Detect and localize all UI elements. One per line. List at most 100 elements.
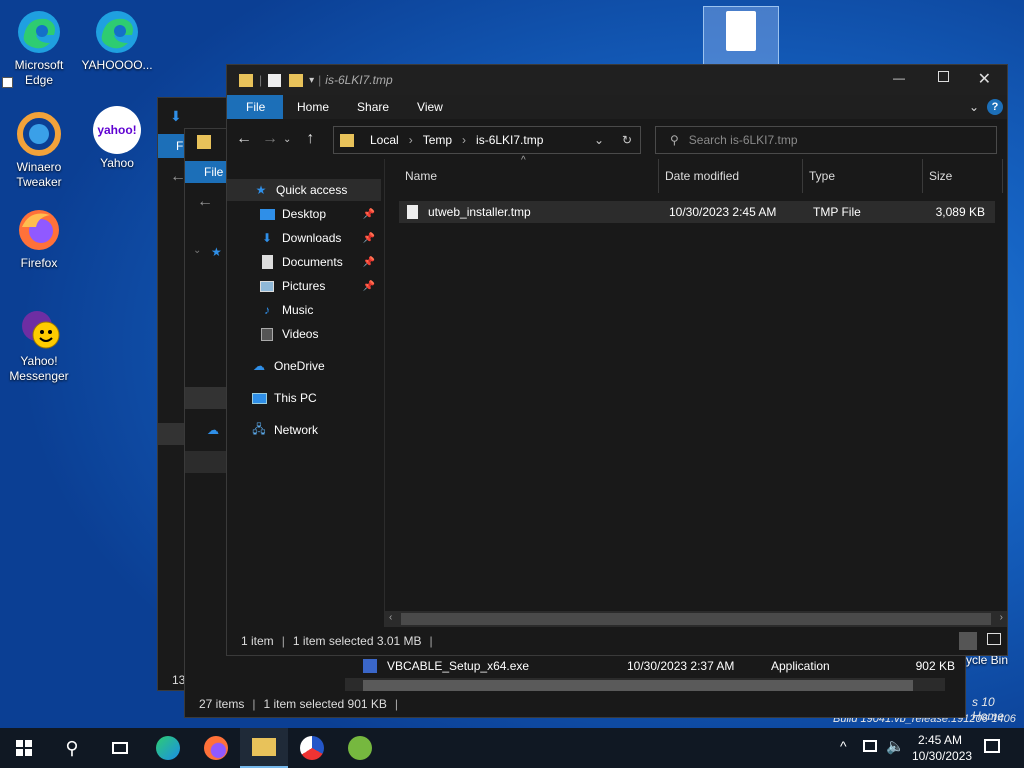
up-button[interactable]: ↑ <box>297 130 323 148</box>
edge-icon <box>15 8 63 56</box>
task-view-button[interactable] <box>96 728 144 768</box>
folder-icon <box>252 738 276 756</box>
address-box[interactable]: Local › Temp › is-6LKI7.tmp ⌄ ↻ <box>333 126 641 154</box>
minimize-button[interactable]: — <box>893 71 905 85</box>
help-icon[interactable]: ? <box>987 99 1003 115</box>
column-header-date[interactable]: Date modified <box>659 159 803 193</box>
volume-icon[interactable]: 🔈 <box>886 737 905 755</box>
nav-quick-access[interactable]: ★ Quick access <box>227 179 381 201</box>
installer-icon <box>363 659 377 673</box>
nav-onedrive[interactable]: ☁ OneDrive <box>251 355 381 377</box>
desktop-icon-firefox[interactable]: Firefox <box>2 206 76 271</box>
new-folder-icon[interactable] <box>289 73 304 87</box>
network-tray-icon[interactable] <box>863 740 877 752</box>
file-icon <box>407 205 418 219</box>
ribbon-expand-icon[interactable]: ⌄ <box>969 100 979 114</box>
tab-file[interactable]: File <box>227 95 283 119</box>
properties-icon[interactable] <box>268 73 282 87</box>
taskbar-utorrent[interactable] <box>336 728 384 768</box>
nav-downloads[interactable]: ⬇ Downloads 📌 <box>259 227 381 249</box>
taskbar-app[interactable] <box>288 728 336 768</box>
this-pc-row <box>185 451 227 473</box>
title-bar[interactable]: | ▾ | is-6LKI7.tmp — ✕ <box>227 65 1007 95</box>
column-header-type[interactable]: Type <box>803 159 923 193</box>
pin-icon[interactable]: 📌 <box>363 257 375 268</box>
address-dropdown-icon[interactable]: ⌄ <box>594 133 604 147</box>
breadcrumb-temp[interactable]: Temp <box>423 133 452 147</box>
explorer-window[interactable]: | ▾ | is-6LKI7.tmp — ✕ File Home Share V… <box>226 64 1008 656</box>
breadcrumb-folder[interactable]: is-6LKI7.tmp <box>476 133 543 147</box>
large-icons-view-button[interactable] <box>987 633 1001 645</box>
file-row[interactable]: VBCABLE_Setup_x64.exe 10/30/2023 2:37 AM… <box>357 656 965 676</box>
clock-time: 2:45 AM <box>917 733 963 747</box>
search-placeholder: Search is-6LKI7.tmp <box>688 133 798 147</box>
desktop-icon-messenger[interactable]: Yahoo! Messenger <box>2 304 76 384</box>
start-button[interactable] <box>0 728 48 768</box>
ribbon: File Home Share View ⌄ ? <box>227 95 1007 119</box>
scroll-right-icon[interactable]: › <box>1000 612 1003 623</box>
nav-desktop[interactable]: Desktop 📌 <box>259 203 381 225</box>
taskbar-file-explorer[interactable] <box>240 728 288 768</box>
back-button[interactable]: ← <box>231 130 257 148</box>
chevron-right-icon: › <box>462 133 467 147</box>
desktop-icon-yahoo[interactable]: yahoo! Yahoo <box>80 106 154 171</box>
pictures-icon <box>259 278 275 294</box>
details-view-button[interactable] <box>959 632 977 650</box>
folder-icon <box>239 73 253 87</box>
desktop-icon-edge[interactable]: Microsoft Edge <box>2 8 76 88</box>
task-view-icon <box>112 742 128 754</box>
action-center-icon[interactable] <box>984 739 1000 753</box>
folder-icon <box>340 133 354 147</box>
column-header-name[interactable]: Name <box>399 159 659 193</box>
back-arrow-icon[interactable]: ← <box>197 193 213 211</box>
pin-icon[interactable]: 📌 <box>363 209 375 220</box>
file-type: Application <box>771 659 830 673</box>
forward-button[interactable]: → <box>257 130 283 148</box>
ribbon-file-tab[interactable]: F <box>158 134 186 158</box>
file-row[interactable]: utweb_installer.tmp 10/30/2023 2:45 AM T… <box>399 201 995 223</box>
close-button[interactable]: ✕ <box>978 69 991 89</box>
nav-pictures[interactable]: Pictures 📌 <box>259 275 381 297</box>
horizontal-scrollbar[interactable]: ‹ › <box>385 611 1007 627</box>
music-icon: ♪ <box>264 303 270 317</box>
file-date: 10/30/2023 2:37 AM <box>627 659 735 673</box>
breadcrumb-local[interactable]: Local <box>370 133 399 147</box>
search-input[interactable]: ⚲ Search is-6LKI7.tmp <box>655 126 997 154</box>
refresh-icon[interactable]: ↻ <box>622 133 632 147</box>
scrollbar-thumb[interactable] <box>401 613 991 625</box>
desktop-icon-yahoooo[interactable]: YAHOOOO... <box>80 8 154 73</box>
scroll-left-icon[interactable]: ‹ <box>389 612 392 623</box>
file-list[interactable]: ^ Name Date modified Type Size utweb_ins… <box>385 155 1007 627</box>
clock[interactable]: 2:45 AM 10/30/2023 <box>912 732 973 764</box>
videos-icon <box>259 326 275 342</box>
nav-videos[interactable]: Videos <box>259 323 381 345</box>
nav-network[interactable]: 🖧 Network <box>251 419 381 441</box>
yahoo-icon: yahoo! <box>93 106 141 154</box>
firefox-icon <box>204 736 228 760</box>
search-button[interactable]: ⚲ <box>48 728 96 768</box>
hover-row <box>158 423 186 445</box>
tab-home[interactable]: Home <box>283 95 343 119</box>
ribbon-file-tab[interactable]: File <box>185 161 227 183</box>
qat-dropdown-icon[interactable]: ▾ <box>309 75 314 86</box>
pin-icon[interactable]: 📌 <box>363 281 375 292</box>
maximize-button[interactable] <box>938 71 949 82</box>
taskbar-firefox[interactable] <box>192 728 240 768</box>
file-icon <box>726 11 756 51</box>
nav-documents[interactable]: Documents 📌 <box>259 251 381 273</box>
clock-date: 10/30/2023 <box>912 749 973 763</box>
column-header-size[interactable]: Size <box>923 159 1003 193</box>
taskbar-edge[interactable] <box>144 728 192 768</box>
windows-logo-icon <box>16 740 32 756</box>
tray-chevron-icon[interactable]: ^ <box>840 738 847 754</box>
desktop-selected-file[interactable] <box>703 6 779 66</box>
recent-locations-icon[interactable]: ⌄ <box>283 134 291 145</box>
nav-this-pc[interactable]: This PC <box>251 387 381 409</box>
desktop-icon-winaero[interactable]: Winaero Tweaker <box>2 110 76 190</box>
pin-icon[interactable]: 📌 <box>363 233 375 244</box>
nav-music[interactable]: ♪ Music <box>259 299 381 321</box>
tab-share[interactable]: Share <box>343 95 403 119</box>
tab-view[interactable]: View <box>403 95 457 119</box>
utorrent-icon <box>348 736 372 760</box>
status-items: 1 item <box>241 634 274 648</box>
